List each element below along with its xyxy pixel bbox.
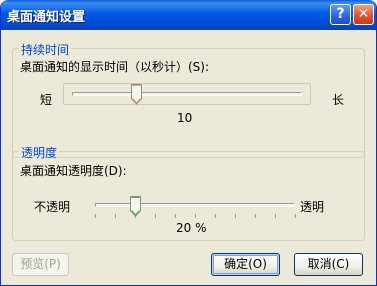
- duration-description: 桌面通知的显示时间（以秒计）(S):: [20, 60, 210, 74]
- slider-tick: [255, 214, 256, 218]
- close-button[interactable]: ✕: [353, 4, 374, 25]
- duration-slider-thumb[interactable]: [131, 84, 143, 105]
- transparency-slider-track[interactable]: [95, 203, 295, 207]
- close-icon: ✕: [357, 6, 370, 22]
- transparency-group-title: 透明度: [19, 144, 60, 161]
- slider-tick: [215, 214, 216, 218]
- slider-tick: [155, 214, 156, 218]
- help-icon: ?: [336, 6, 345, 22]
- duration-max-label: 长: [332, 93, 345, 107]
- dialog-content: 持续时间 桌面通知的显示时间（以秒计）(S): 短 长 10 透明度 桌面通知透…: [4, 30, 373, 283]
- duration-value: 10: [177, 111, 193, 125]
- ok-button[interactable]: 确定(O): [211, 253, 280, 276]
- transparency-slider-thumb[interactable]: [130, 196, 141, 217]
- preview-button[interactable]: 预览(P): [12, 253, 69, 276]
- transparency-min-label: 不透明: [34, 200, 71, 214]
- help-button[interactable]: ?: [330, 4, 351, 25]
- transparency-description: 桌面通知透明度(D):: [20, 164, 127, 178]
- slider-tick: [295, 214, 296, 218]
- duration-slider-track[interactable]: [72, 92, 302, 96]
- dialog-window: 桌面通知设置 ? ✕ 持续时间 桌面通知的显示时间（以秒计）(S): 短 长 1…: [0, 0, 377, 286]
- duration-group: 持续时间 桌面通知的显示时间（以秒计）(S): 短 长 10: [12, 41, 365, 158]
- transparency-group: 透明度 桌面通知透明度(D): 不透明 透明 20 %: [12, 144, 365, 241]
- title-bar[interactable]: 桌面通知设置 ? ✕: [1, 0, 376, 30]
- duration-group-title: 持续时间: [19, 41, 72, 58]
- transparency-slider-ticks: [95, 214, 296, 218]
- slider-tick: [235, 214, 236, 218]
- cancel-button[interactable]: 取消(C): [294, 253, 363, 276]
- slider-tick: [195, 214, 196, 218]
- transparency-max-label: 透明: [300, 200, 325, 214]
- duration-min-label: 短: [40, 93, 53, 107]
- slider-tick: [115, 214, 116, 218]
- slider-tick: [95, 214, 96, 218]
- slider-thumb-icon: [130, 196, 141, 217]
- slider-tick: [275, 214, 276, 218]
- slider-tick: [175, 214, 176, 218]
- slider-thumb-icon: [131, 84, 143, 105]
- transparency-value: 20 %: [176, 221, 207, 235]
- window-title: 桌面通知设置: [7, 10, 86, 25]
